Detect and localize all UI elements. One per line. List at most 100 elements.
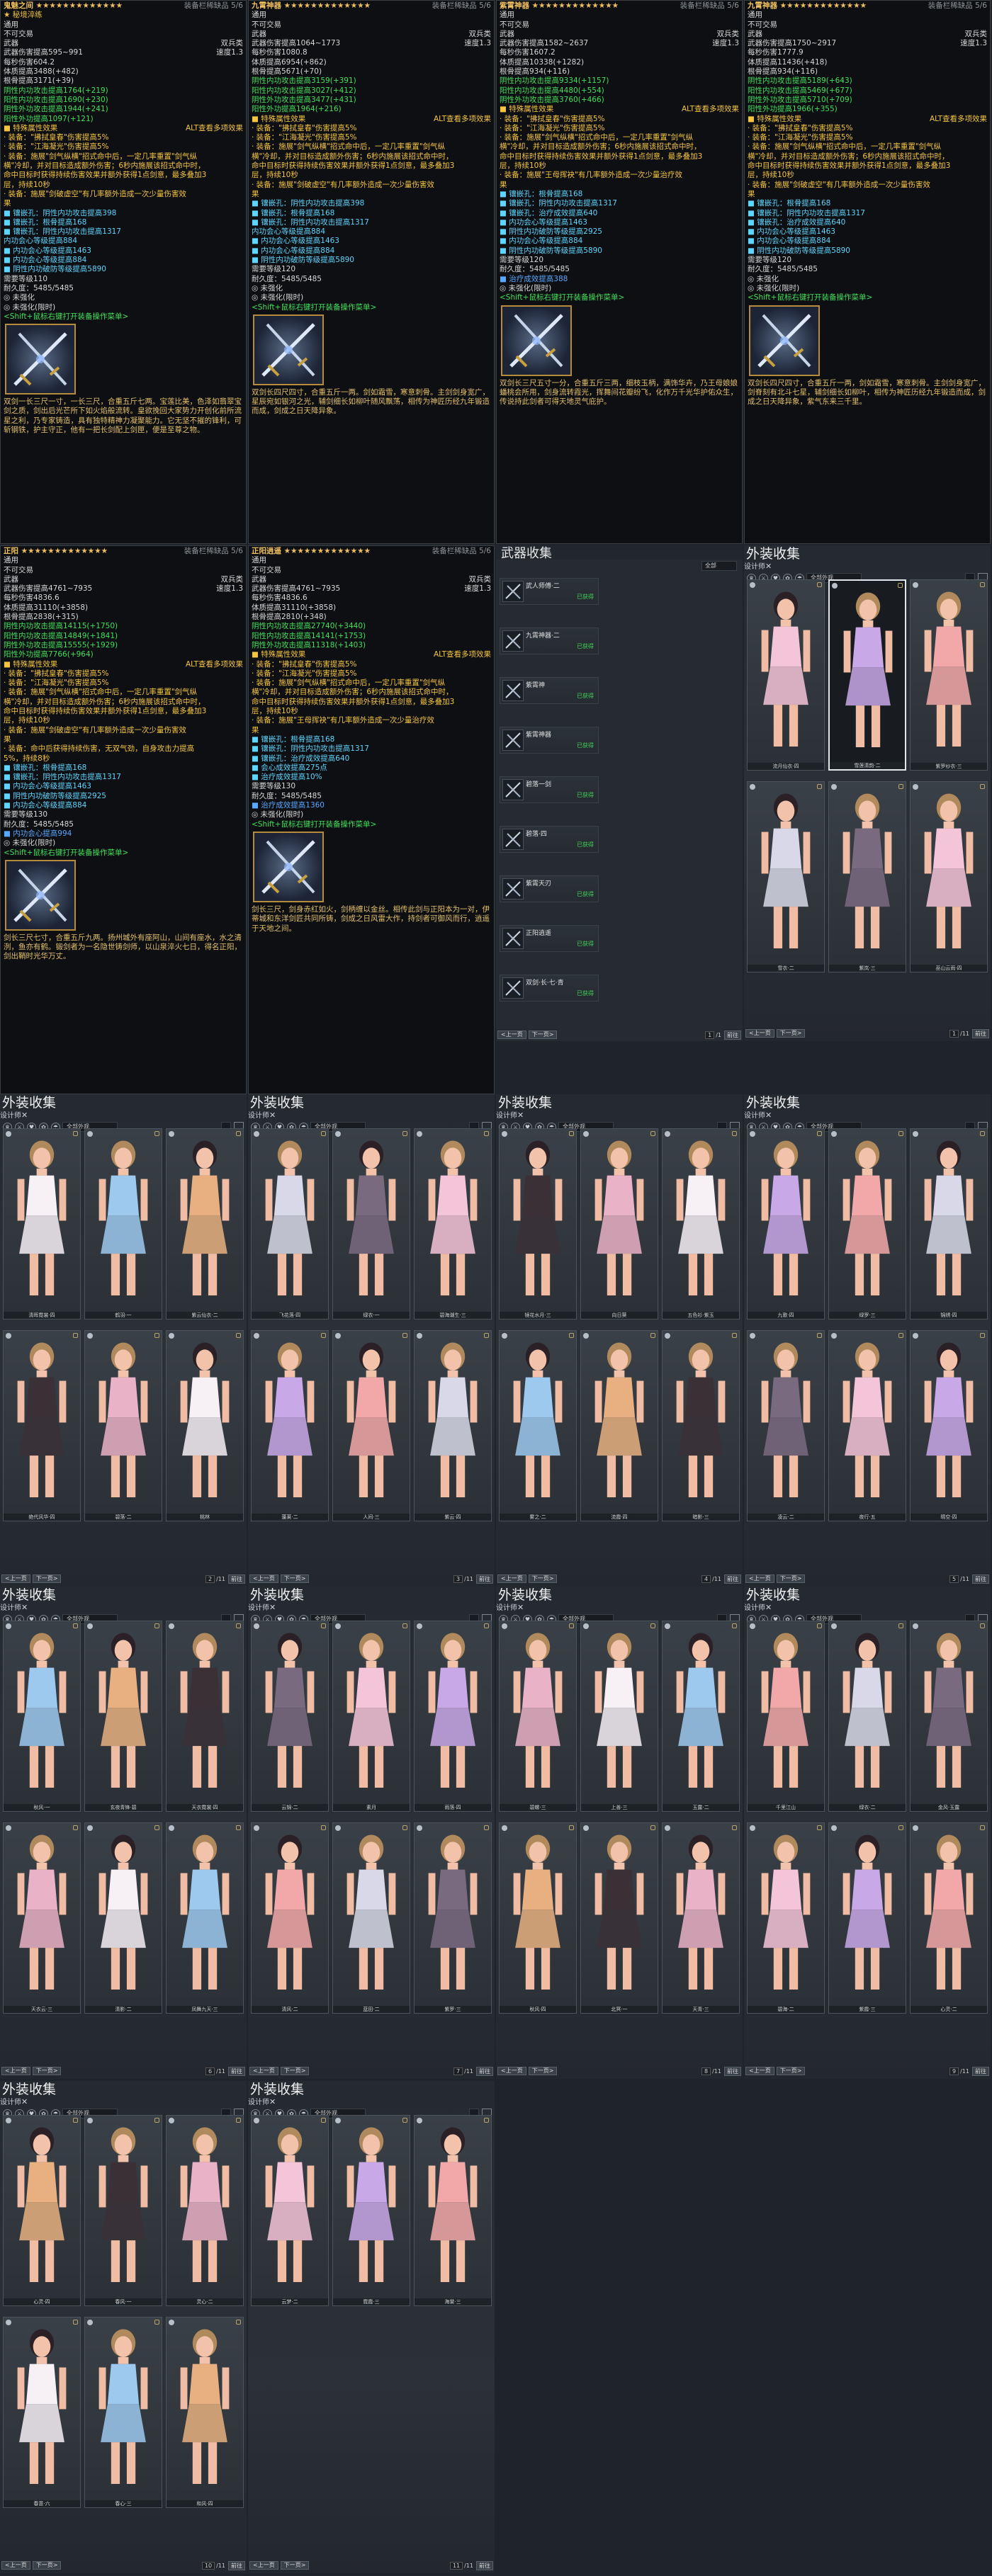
- outfit-card[interactable]: 锦绣·四: [910, 1128, 988, 1320]
- outfit-card[interactable]: 素月: [332, 1621, 410, 1812]
- outfit-card[interactable]: 紫罗纱衣·三: [910, 579, 988, 771]
- favorite-icon[interactable]: [236, 1825, 241, 1830]
- outfit-card[interactable]: 心灵·四: [3, 2115, 81, 2306]
- favorite-icon[interactable]: [236, 2320, 241, 2325]
- favorite-icon[interactable]: [898, 1131, 903, 1136]
- prev-page-button[interactable]: <上一页: [497, 1574, 526, 1583]
- outfit-card[interactable]: 绿衣·一: [332, 1128, 410, 1320]
- page-input[interactable]: 5: [949, 1574, 959, 1583]
- go-button[interactable]: 前往: [972, 2066, 989, 2076]
- page-input[interactable]: 3: [453, 1574, 463, 1583]
- close-icon[interactable]: ✕: [21, 1603, 28, 1612]
- favorite-icon[interactable]: [73, 1825, 78, 1830]
- go-button[interactable]: 前往: [228, 2066, 245, 2076]
- outfit-card[interactable]: 清影·二: [84, 1822, 162, 2014]
- favorite-icon[interactable]: [73, 1131, 78, 1136]
- prev-page-button[interactable]: <上一页: [249, 1574, 278, 1583]
- favorite-icon[interactable]: [650, 1825, 655, 1830]
- next-page-button[interactable]: 下一页>: [776, 1029, 806, 1038]
- outfit-card[interactable]: 云锦·二: [251, 1621, 329, 1812]
- outfit-card[interactable]: 碧海·二: [747, 1822, 825, 2014]
- designer-label[interactable]: 设计师: [0, 1112, 21, 1120]
- favorite-icon[interactable]: [569, 1131, 574, 1136]
- favorite-icon[interactable]: [980, 1825, 985, 1830]
- designer-label[interactable]: 设计师: [744, 563, 765, 571]
- favorite-icon[interactable]: [817, 784, 822, 789]
- weapon-list-item[interactable]: 紫霄神 已获得: [500, 677, 599, 704]
- designer-label[interactable]: 设计师: [744, 1604, 765, 1612]
- outfit-card[interactable]: 巫山云雨·四: [910, 781, 988, 972]
- close-icon[interactable]: ✕: [21, 2097, 28, 2106]
- favorite-icon[interactable]: [154, 2320, 159, 2325]
- next-page-button[interactable]: 下一页>: [32, 2067, 62, 2075]
- favorite-icon[interactable]: [484, 1333, 489, 1338]
- outfit-card[interactable]: 碧螺·三: [499, 1621, 577, 1812]
- favorite-icon[interactable]: [402, 1623, 407, 1628]
- close-icon[interactable]: ✕: [517, 1111, 524, 1120]
- page-input[interactable]: 4: [701, 1574, 711, 1583]
- next-page-button[interactable]: 下一页>: [280, 1574, 310, 1583]
- outfit-card[interactable]: 紫霞·三: [828, 1822, 906, 2014]
- outfit-card[interactable]: 凌云·二: [747, 1330, 825, 1521]
- designer-label[interactable]: 设计师: [496, 1112, 517, 1120]
- favorite-icon[interactable]: [817, 1623, 822, 1628]
- favorite-icon[interactable]: [484, 1623, 489, 1628]
- go-button[interactable]: 前往: [724, 2066, 741, 2076]
- favorite-icon[interactable]: [236, 2118, 241, 2123]
- designer-label[interactable]: 设计师: [0, 1604, 21, 1612]
- prev-page-button[interactable]: <上一页: [497, 1031, 526, 1039]
- close-icon[interactable]: ✕: [269, 2097, 276, 2106]
- page-input[interactable]: 7: [453, 2067, 463, 2075]
- favorite-icon[interactable]: [817, 1333, 822, 1338]
- outfit-card[interactable]: 碧海潮生·三: [414, 1128, 492, 1320]
- prev-page-button[interactable]: <上一页: [249, 2561, 278, 2570]
- favorite-icon[interactable]: [154, 2118, 159, 2123]
- favorite-icon[interactable]: [650, 1131, 655, 1136]
- outfit-card[interactable]: 向日葵: [580, 1128, 658, 1320]
- favorite-icon[interactable]: [321, 1131, 326, 1136]
- favorite-icon[interactable]: [321, 1623, 326, 1628]
- favorite-icon[interactable]: [569, 1825, 574, 1830]
- close-icon[interactable]: ✕: [517, 1603, 524, 1612]
- outfit-card[interactable]: 夜行·五: [828, 1330, 906, 1521]
- outfit-card[interactable]: 镜花水月·三: [499, 1128, 577, 1320]
- prev-page-button[interactable]: <上一页: [745, 1029, 774, 1038]
- go-button[interactable]: 前往: [724, 1030, 741, 1040]
- outfit-card[interactable]: 晴空·四: [910, 1330, 988, 1521]
- outfit-card[interactable]: 流霞·四: [580, 1330, 658, 1521]
- favorite-icon[interactable]: [484, 2118, 489, 2123]
- favorite-icon[interactable]: [236, 1623, 241, 1628]
- page-input[interactable]: 11: [449, 2561, 463, 2570]
- favorite-icon[interactable]: [980, 582, 985, 587]
- outfit-card[interactable]: 天青·三: [662, 1822, 740, 2014]
- outfit-card[interactable]: 暗影·三: [662, 1330, 740, 1521]
- favorite-icon[interactable]: [154, 1623, 159, 1628]
- outfit-card[interactable]: 蓝田·二: [332, 1822, 410, 2014]
- outfit-card[interactable]: 雪衣·二: [747, 781, 825, 972]
- outfit-card[interactable]: 紫罗·三: [414, 1822, 492, 2014]
- outfit-card[interactable]: 九歌·四: [747, 1128, 825, 1320]
- go-button[interactable]: 前往: [476, 2066, 493, 2076]
- outfit-card[interactable]: 紫岚·三: [828, 781, 906, 972]
- page-input[interactable]: 2: [205, 1574, 215, 1583]
- favorite-icon[interactable]: [73, 2118, 78, 2123]
- outfit-card[interactable]: 桃林: [166, 1330, 244, 1521]
- favorite-icon[interactable]: [650, 1623, 655, 1628]
- outfit-card[interactable]: 紫云仙衣·二: [166, 1128, 244, 1320]
- outfit-card[interactable]: 霓霞·三: [332, 2115, 410, 2306]
- outfit-card[interactable]: 雾之·二: [499, 1330, 577, 1521]
- favorite-icon[interactable]: [569, 1623, 574, 1628]
- close-icon[interactable]: ✕: [765, 1111, 772, 1120]
- favorite-icon[interactable]: [484, 1825, 489, 1830]
- outfit-card[interactable]: 天衣霓裳·四: [166, 1621, 244, 1812]
- favorite-icon[interactable]: [898, 1333, 903, 1338]
- next-page-button[interactable]: 下一页>: [280, 2067, 310, 2075]
- outfit-card[interactable]: 飞花落·四: [251, 1128, 329, 1320]
- page-input[interactable]: 8: [701, 2067, 711, 2075]
- favorite-icon[interactable]: [732, 1623, 737, 1628]
- page-input[interactable]: 6: [205, 2067, 215, 2075]
- favorite-icon[interactable]: [402, 1825, 407, 1830]
- designer-label[interactable]: 设计师: [496, 1604, 517, 1612]
- outfit-card[interactable]: 和风·四: [166, 2317, 244, 2508]
- outfit-card[interactable]: 金风·玉露: [910, 1621, 988, 1812]
